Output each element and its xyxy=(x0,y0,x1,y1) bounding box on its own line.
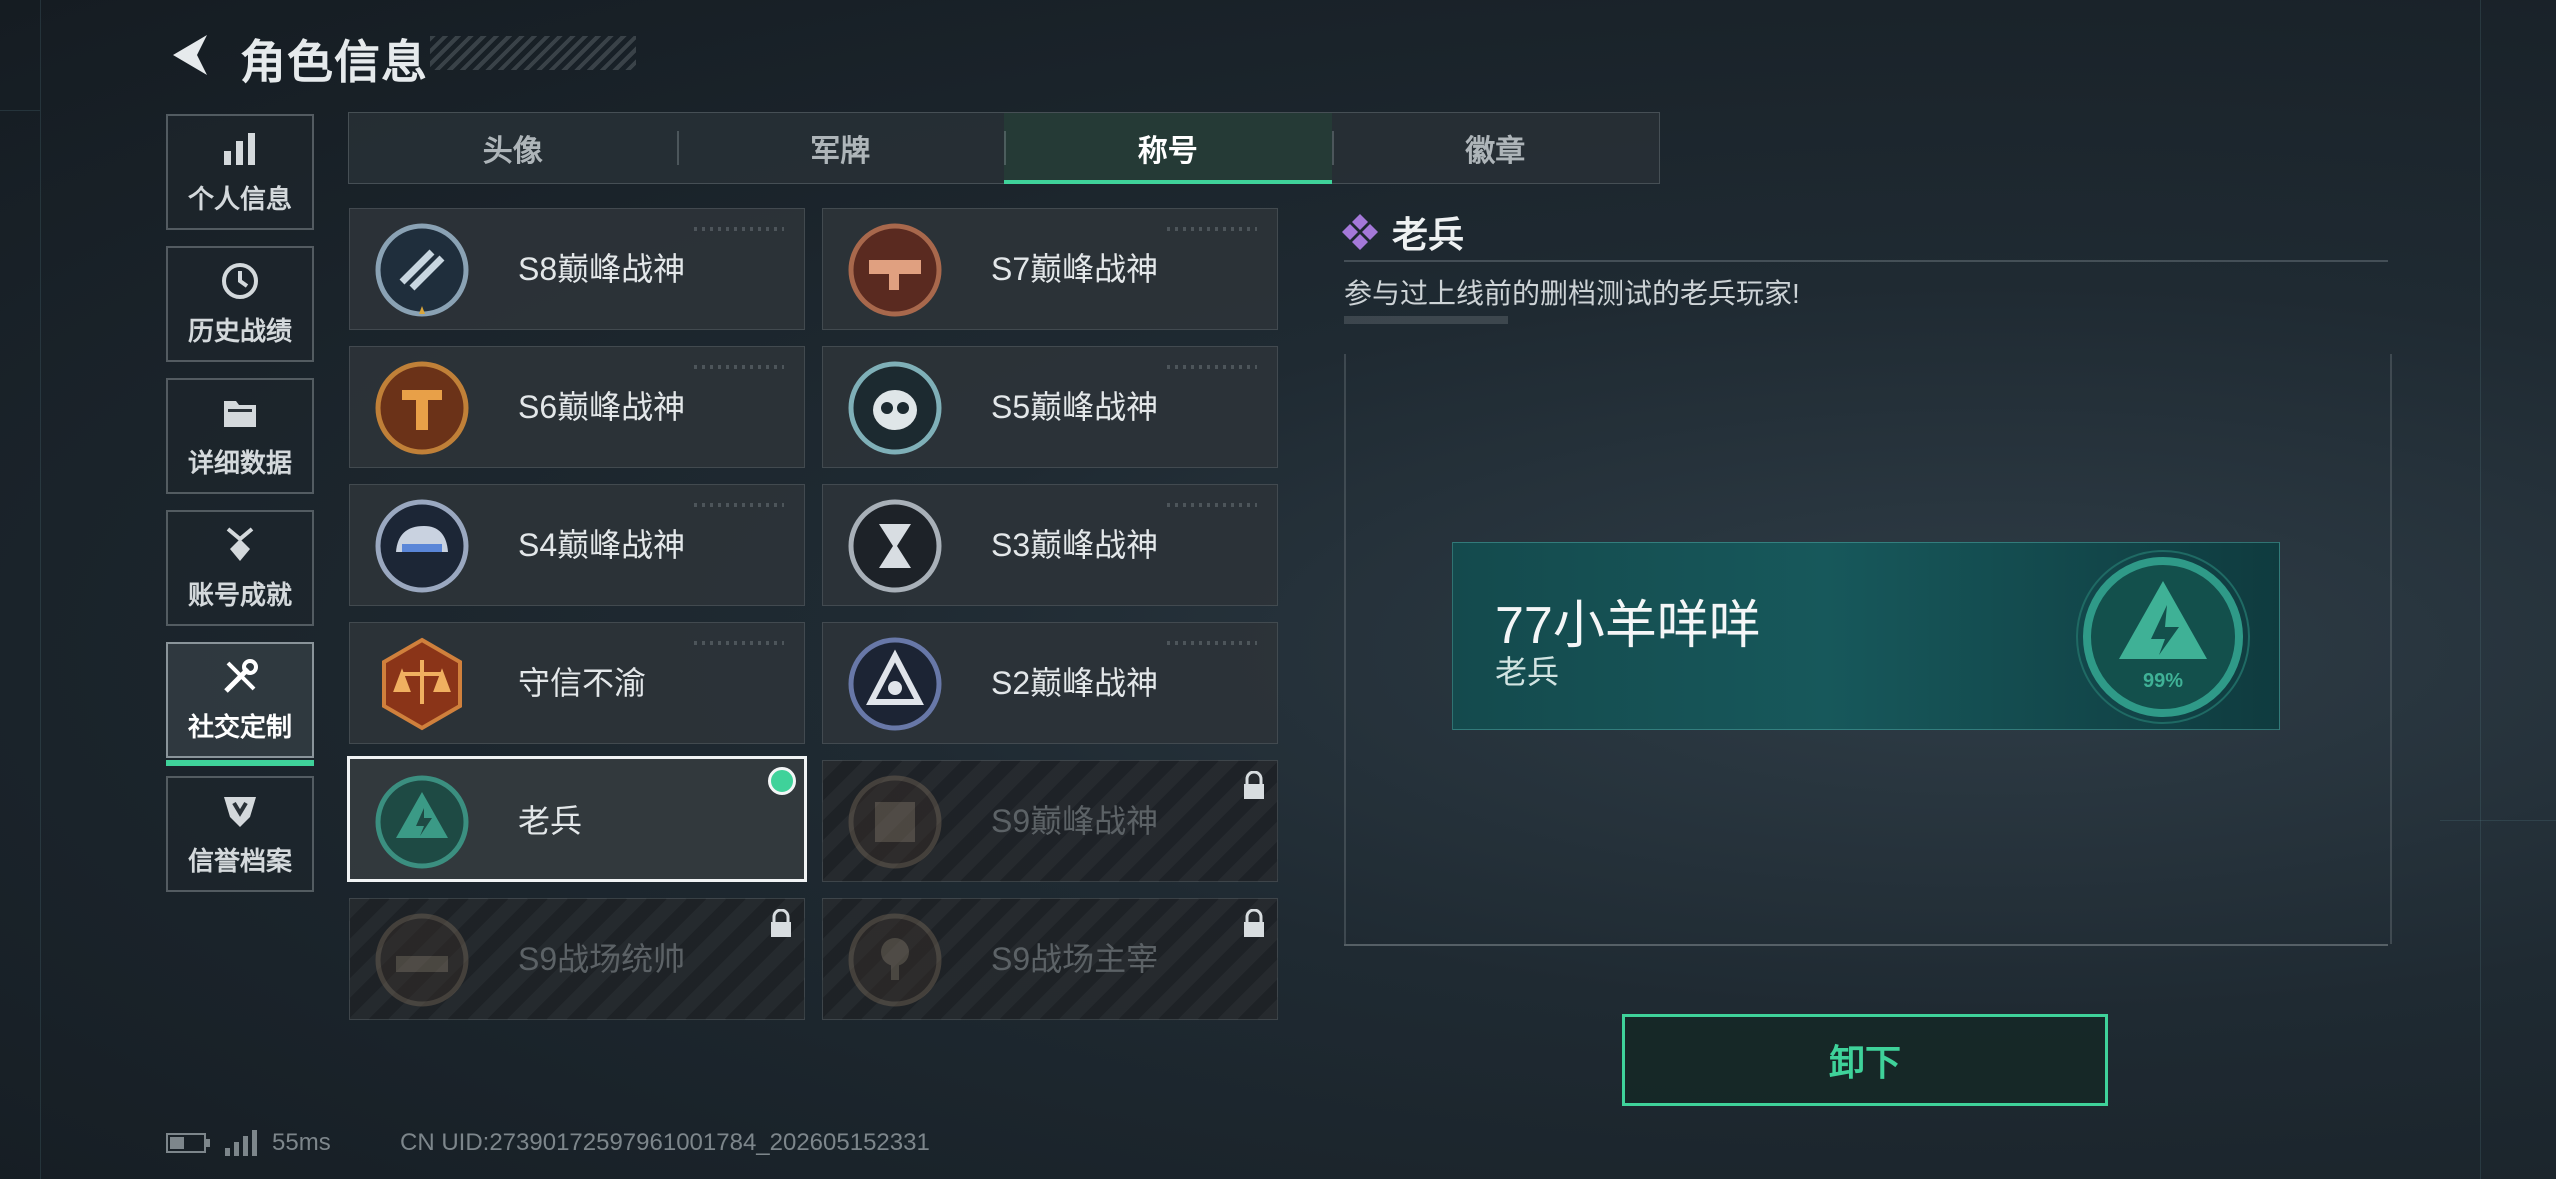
title-card-s9-commander[interactable]: S9战场统帅 xyxy=(349,898,805,1020)
folder-icon xyxy=(220,393,260,433)
emblem-icon xyxy=(375,361,469,455)
detail-decoration xyxy=(1344,316,1508,324)
card-decoration xyxy=(694,503,784,507)
title-name: S4巅峰战神 xyxy=(518,527,686,563)
sidebar-item-label: 个人信息 xyxy=(187,183,292,214)
emblem-icon xyxy=(375,223,469,317)
card-decoration xyxy=(694,365,784,369)
tab-avatar[interactable]: 头像 xyxy=(349,113,677,183)
emblem-icon xyxy=(382,637,462,731)
emblem-icon xyxy=(848,223,942,317)
card-decoration xyxy=(1167,227,1257,231)
title-name: S8巅峰战神 xyxy=(518,251,686,287)
emblem-icon xyxy=(848,361,942,455)
card-decoration xyxy=(1167,365,1257,369)
title-card-s8[interactable]: S8巅峰战神 xyxy=(349,208,805,330)
sidebar-item-label: 信誉档案 xyxy=(187,845,292,876)
page-title: 角色信息 xyxy=(240,36,428,88)
back-arrow-icon xyxy=(173,35,207,75)
title-name: S5巅峰战神 xyxy=(991,389,1159,425)
detail-title: 老兵 xyxy=(1392,214,1465,255)
title-decoration xyxy=(430,36,636,70)
sidebar-item-label: 社交定制 xyxy=(187,711,292,742)
battery-icon xyxy=(166,1133,210,1153)
equipped-indicator xyxy=(768,767,796,795)
tab-title[interactable]: 称号 xyxy=(1004,113,1332,184)
shield-icon xyxy=(220,791,260,831)
title-name: 老兵 xyxy=(518,803,583,839)
bar-chart-icon xyxy=(220,129,260,169)
preview-title: 老兵 xyxy=(1495,654,1560,690)
title-card-veteran[interactable]: 老兵 xyxy=(347,756,807,882)
sidebar-item-achievements[interactable]: 账号成就 xyxy=(166,510,314,626)
veteran-emblem-icon xyxy=(375,775,469,869)
status-bar: 55ms xyxy=(166,1128,331,1158)
clock-icon xyxy=(220,261,260,301)
title-card-s6[interactable]: S6巅峰战神 xyxy=(349,346,805,468)
veteran-emblem-icon: 99% xyxy=(2076,550,2250,724)
emblem-icon xyxy=(848,637,942,731)
card-decoration xyxy=(1167,641,1257,645)
emblem-icon xyxy=(375,499,469,593)
signal-icon xyxy=(225,1130,257,1156)
title-card-s2[interactable]: S2巅峰战神 xyxy=(822,622,1278,744)
title-card-honor[interactable]: 守信不渝 xyxy=(349,622,805,744)
divider xyxy=(1344,944,2388,946)
emblem-icon xyxy=(375,913,469,1007)
title-name: S6巅峰战神 xyxy=(518,389,686,425)
tools-icon xyxy=(220,657,260,697)
title-name: S2巅峰战神 xyxy=(991,665,1159,701)
emblem-icon xyxy=(848,913,942,1007)
lock-icon xyxy=(771,909,791,937)
emblem-percent: 99% xyxy=(2143,670,2183,692)
card-decoration xyxy=(1167,503,1257,507)
title-card-s9-peak[interactable]: S9巅峰战神 xyxy=(822,760,1278,882)
title-card-s3[interactable]: S3巅峰战神 xyxy=(822,484,1278,606)
title-name: S9战场统帅 xyxy=(518,941,686,977)
ping-text: 55ms xyxy=(272,1129,331,1156)
title-name: S9战场主宰 xyxy=(991,941,1159,977)
back-button[interactable] xyxy=(162,28,216,82)
title-name: S7巅峰战神 xyxy=(991,251,1159,287)
title-name: 守信不渝 xyxy=(518,665,647,701)
uid-text: CN UID:27390172597961001784_202605152331 xyxy=(400,1129,930,1156)
sidebar-item-detailed-data[interactable]: 详细数据 xyxy=(166,378,314,494)
title-card-s7[interactable]: S7巅峰战神 xyxy=(822,208,1278,330)
category-tabs: 头像 军牌 称号 徽章 xyxy=(348,112,1660,184)
tab-dog-tag[interactable]: 军牌 xyxy=(676,113,1005,183)
lock-icon xyxy=(1244,771,1264,799)
title-card-s5[interactable]: S5巅峰战神 xyxy=(822,346,1278,468)
sidebar-item-label: 详细数据 xyxy=(187,447,292,478)
title-card-s9-dominator[interactable]: S9战场主宰 xyxy=(822,898,1278,1020)
emblem-icon xyxy=(848,775,942,869)
sidebar-item-label: 历史战绩 xyxy=(187,315,292,346)
title-name: S9巅峰战神 xyxy=(991,803,1159,839)
unequip-button[interactable]: 卸下 xyxy=(1622,1014,2108,1106)
tab-badge[interactable]: 徽章 xyxy=(1331,113,1660,183)
sidebar-item-credit-record[interactable]: 信誉档案 xyxy=(166,776,314,892)
sidebar-item-social-custom[interactable]: 社交定制 xyxy=(166,642,314,766)
sidebar-item-match-history[interactable]: 历史战绩 xyxy=(166,246,314,362)
card-decoration xyxy=(694,641,784,645)
detail-description: 参与过上线前的删档测试的老兵玩家! xyxy=(1344,278,1800,309)
title-name: S3巅峰战神 xyxy=(991,527,1159,563)
title-card-s4[interactable]: S4巅峰战神 xyxy=(349,484,805,606)
lock-icon xyxy=(1244,909,1264,937)
emblem-icon xyxy=(848,499,942,593)
medal-icon xyxy=(220,525,260,565)
sidebar-item-personal-info[interactable]: 个人信息 xyxy=(166,114,314,230)
divider xyxy=(1344,260,2388,262)
diamond-icon xyxy=(1342,214,1378,250)
title-preview-banner: 77小羊咩咩 老兵 99% xyxy=(1452,542,2280,730)
sidebar-item-label: 账号成就 xyxy=(187,579,292,610)
card-decoration xyxy=(694,227,784,231)
